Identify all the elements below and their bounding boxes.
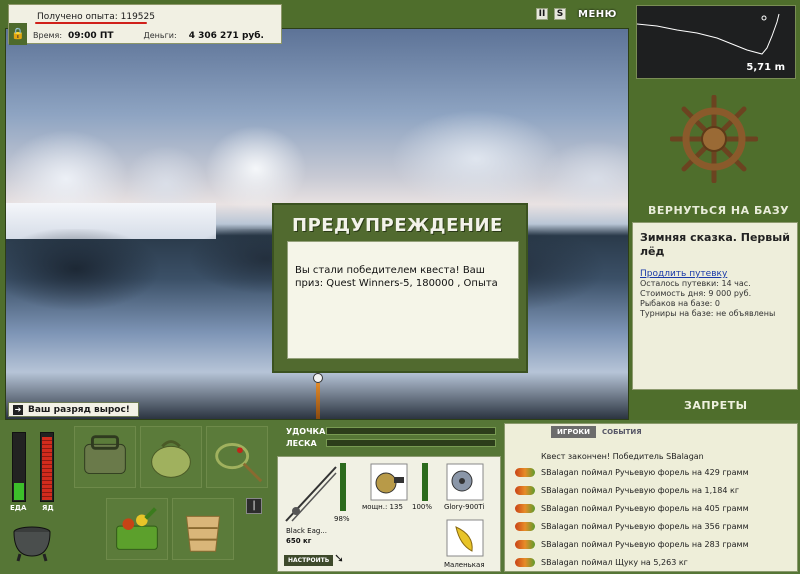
trip-fishers-count: Рыбаков на базе: 0 xyxy=(640,299,720,308)
pause-button[interactable]: II xyxy=(536,8,548,20)
return-to-base-button[interactable]: ВЕРНУТЬСЯ НА БАЗУ xyxy=(648,204,789,217)
experience-value: 119525 xyxy=(120,12,155,22)
float-icon[interactable] xyxy=(313,373,325,421)
tab-players[interactable]: ИГРОКИ xyxy=(551,426,596,438)
cauldron-icon[interactable] xyxy=(10,518,54,562)
bait-bag-slot[interactable] xyxy=(140,426,202,488)
line-label: ЛЕСКА xyxy=(286,439,317,448)
list-item: SBalagan поймал Ручьевую форель на 356 г… xyxy=(515,522,749,531)
poison-label: ЯД xyxy=(42,504,54,512)
trip-title: Зимняя сказка. Первый лёд xyxy=(640,231,790,258)
trip-time-left: Осталось путевки: 14 час. xyxy=(640,279,751,288)
event-text: SBalagan поймал Ручьевую форель на 283 г… xyxy=(541,540,749,549)
arrow-right-icon: ➜ xyxy=(13,404,23,415)
arrow-down-right-icon[interactable]: ➘ xyxy=(334,551,344,565)
events-panel: ИГРОКИ СОБЫТИЯ Квест закончен! Победител… xyxy=(504,423,798,572)
tackle-panel: Black Eag... 650 кг 98% НАСТРОИТЬ ➘ мощн… xyxy=(277,456,501,572)
trip-day-cost: Стоимость дня: 9 000 руб. xyxy=(640,289,752,298)
fish-icon xyxy=(515,540,535,549)
experience-label: Получено опыта: 119525 xyxy=(37,12,155,22)
rod-label: УДОЧКА xyxy=(286,427,326,436)
dialog-title: ПРЕДУПРЕЖДЕНИЕ xyxy=(292,215,503,236)
event-text: SBalagan поймал Щуку на 5,263 кг xyxy=(541,558,688,567)
list-item: SBalagan поймал Ручьевую форель на 283 г… xyxy=(515,540,749,549)
rod-percent: 98% xyxy=(334,515,350,523)
food-basket-slot[interactable] xyxy=(106,498,168,560)
trip-tournaments: Турниры на базе: не объявлены xyxy=(640,309,776,318)
gauges: ЕДА ЯД xyxy=(6,424,66,516)
rod-weight: 650 кг xyxy=(286,537,312,545)
rod-name: Black Eag... xyxy=(286,527,327,535)
food-label: ЕДА xyxy=(10,504,27,512)
event-text: SBalagan поймал Ручьевую форель на 356 г… xyxy=(541,522,749,531)
tab-events[interactable]: СОБЫТИЯ xyxy=(600,426,644,438)
line-tension-bar xyxy=(326,439,496,447)
reel-wear-bar xyxy=(422,463,428,501)
event-text: SBalagan поймал Ручьевую форель на 429 г… xyxy=(541,468,749,477)
list-item: SBalagan поймал Ручьевую форель на 405 г… xyxy=(515,504,749,513)
money-value: 4 306 271 руб. xyxy=(188,31,264,41)
toggle-button[interactable]: | xyxy=(246,498,262,514)
dialog-message: Вы стали победителем квеста! Ваш приз: Q… xyxy=(287,241,519,359)
tension-bars: УДОЧКА ЛЕСКА xyxy=(282,424,497,450)
extend-trip-link[interactable]: Продлить путевку xyxy=(640,269,727,279)
warning-dialog[interactable]: ПРЕДУПРЕЖДЕНИЕ Вы стали победителем квес… xyxy=(272,203,528,373)
setup-button[interactable]: НАСТРОИТЬ xyxy=(284,555,334,566)
event-text: SBalagan поймал Ручьевую форель на 405 г… xyxy=(541,504,749,513)
rank-up-message[interactable]: ➜ Ваш разряд вырос! xyxy=(8,402,139,417)
rod-icon[interactable] xyxy=(284,463,338,523)
time-value: 09:00 ПТ xyxy=(68,31,114,41)
net-slot[interactable] xyxy=(206,426,268,488)
quest-finished-message: Квест закончен! Победитель SBalagan xyxy=(541,452,704,461)
depth-profile: 5,71 m xyxy=(636,5,796,79)
menu-button[interactable]: МЕНЮ xyxy=(578,9,617,20)
trip-info-panel: Зимняя сказка. Первый лёд Продлить путев… xyxy=(632,222,798,390)
depth-value: 5,71 m xyxy=(746,62,785,73)
rank-up-text: Ваш разряд вырос! xyxy=(28,404,130,415)
ship-wheel-icon[interactable] xyxy=(670,95,758,183)
fish-icon xyxy=(515,558,535,567)
bucket-slot[interactable] xyxy=(172,498,234,560)
fish-icon xyxy=(515,486,535,495)
list-item: SBalagan поймал Ручьевую форель на 429 г… xyxy=(515,468,749,477)
sound-button[interactable]: S xyxy=(554,8,566,20)
time-label: Время: xyxy=(33,31,63,40)
snowy-trees xyxy=(6,89,628,219)
poison-gauge xyxy=(40,432,54,502)
list-item: SBalagan поймал Ручьевую форель на 1,184… xyxy=(515,486,739,495)
reel-percent: 100% xyxy=(412,503,433,511)
lock-icon[interactable]: 🔒 xyxy=(9,23,27,45)
fish-icon xyxy=(515,468,535,477)
fish-icon xyxy=(515,504,535,513)
reel-power: мощн.: 135 xyxy=(362,503,403,511)
bans-button[interactable]: ЗАПРЕТЫ xyxy=(684,399,748,412)
food-gauge xyxy=(12,432,26,502)
event-text: SBalagan поймал Ручьевую форель на 1,184… xyxy=(541,486,740,495)
fish-icon xyxy=(515,522,535,531)
lure-name: Маленькая xyxy=(444,561,485,569)
lure-icon[interactable] xyxy=(446,519,484,557)
reel-icon[interactable] xyxy=(370,463,408,501)
player-info-panel: Получено опыта: 119525 🔒 Время: 09:00 ПТ… xyxy=(8,4,282,45)
fishing-line-icon[interactable] xyxy=(446,463,484,501)
line-name: Glory-900Ti xyxy=(444,503,485,511)
rod-tension-bar xyxy=(326,427,496,435)
rod-wear-bar xyxy=(340,463,346,511)
money-label: Деньги: xyxy=(143,31,177,40)
experience-underline xyxy=(35,22,147,24)
tackle-bag-slot[interactable] xyxy=(74,426,136,488)
list-item: SBalagan поймал Щуку на 5,263 кг xyxy=(515,558,688,567)
